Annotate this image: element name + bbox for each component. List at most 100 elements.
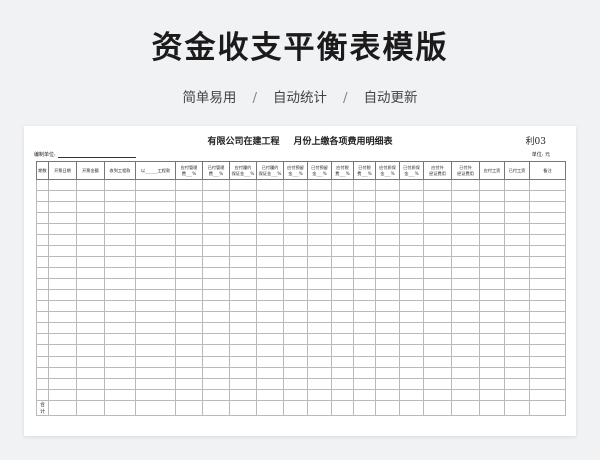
table-cell[interactable] (229, 223, 257, 236)
table-cell[interactable] (36, 212, 49, 225)
table-cell[interactable] (451, 178, 480, 192)
total-cell[interactable] (175, 399, 203, 417)
table-cell[interactable] (353, 190, 376, 203)
table-cell[interactable] (283, 311, 308, 324)
table-cell[interactable] (353, 388, 376, 401)
table-cell[interactable] (104, 344, 136, 357)
table-cell[interactable] (399, 245, 424, 258)
table-cell[interactable] (353, 377, 376, 390)
table-cell[interactable] (202, 289, 230, 302)
table-cell[interactable] (353, 311, 376, 324)
table-cell[interactable] (76, 289, 105, 302)
table-cell[interactable] (202, 388, 230, 401)
table-cell[interactable] (48, 377, 77, 390)
table-cell[interactable] (283, 300, 308, 313)
table-cell[interactable] (202, 212, 230, 225)
table-cell[interactable] (76, 311, 105, 324)
table-cell[interactable] (423, 388, 452, 401)
table-cell[interactable] (479, 212, 505, 225)
table-cell[interactable] (48, 366, 77, 379)
table-cell[interactable] (229, 212, 257, 225)
table-cell[interactable] (283, 256, 308, 269)
table-cell[interactable] (331, 300, 354, 313)
table-cell[interactable] (479, 201, 505, 214)
table-cell[interactable] (307, 344, 332, 357)
table-cell[interactable] (529, 366, 566, 379)
table-cell[interactable] (256, 234, 284, 247)
table-cell[interactable] (283, 234, 308, 247)
table-cell[interactable] (283, 278, 308, 291)
table-cell[interactable] (331, 278, 354, 291)
table-cell[interactable] (479, 322, 505, 335)
table-cell[interactable] (423, 212, 452, 225)
table-cell[interactable] (451, 366, 480, 379)
table-cell[interactable] (76, 212, 105, 225)
table-cell[interactable] (529, 311, 566, 324)
table-cell[interactable] (423, 355, 452, 368)
table-cell[interactable] (135, 311, 176, 324)
table-cell[interactable] (202, 201, 230, 214)
table-cell[interactable] (76, 178, 105, 192)
table-cell[interactable] (504, 267, 530, 280)
table-cell[interactable] (375, 388, 400, 401)
table-cell[interactable] (375, 300, 400, 313)
table-cell[interactable] (479, 388, 505, 401)
total-cell[interactable] (423, 399, 452, 417)
table-cell[interactable] (175, 388, 203, 401)
table-cell[interactable] (353, 178, 376, 192)
table-cell[interactable] (451, 322, 480, 335)
table-cell[interactable] (229, 190, 257, 203)
total-cell[interactable] (256, 399, 284, 417)
table-cell[interactable] (36, 278, 49, 291)
table-cell[interactable] (451, 333, 480, 346)
table-cell[interactable] (529, 178, 566, 192)
table-cell[interactable] (202, 333, 230, 346)
table-cell[interactable] (399, 311, 424, 324)
table-cell[interactable] (36, 333, 49, 346)
total-cell[interactable] (283, 399, 308, 417)
table-cell[interactable] (202, 234, 230, 247)
table-cell[interactable] (307, 278, 332, 291)
table-cell[interactable] (283, 333, 308, 346)
table-cell[interactable] (331, 289, 354, 302)
table-cell[interactable] (504, 344, 530, 357)
table-cell[interactable] (399, 344, 424, 357)
total-cell[interactable] (229, 399, 257, 417)
table-cell[interactable] (451, 377, 480, 390)
table-cell[interactable] (175, 333, 203, 346)
table-cell[interactable] (423, 278, 452, 291)
table-cell[interactable] (479, 311, 505, 324)
table-cell[interactable] (202, 366, 230, 379)
table-cell[interactable] (175, 300, 203, 313)
table-cell[interactable] (504, 178, 530, 192)
table-cell[interactable] (375, 355, 400, 368)
table-cell[interactable] (229, 278, 257, 291)
table-cell[interactable] (175, 355, 203, 368)
table-cell[interactable] (353, 344, 376, 357)
table-cell[interactable] (104, 278, 136, 291)
table-cell[interactable] (331, 201, 354, 214)
table-cell[interactable] (36, 322, 49, 335)
table-cell[interactable] (256, 212, 284, 225)
table-cell[interactable] (48, 223, 77, 236)
table-cell[interactable] (135, 201, 176, 214)
table-cell[interactable] (529, 289, 566, 302)
table-cell[interactable] (48, 333, 77, 346)
table-cell[interactable] (451, 289, 480, 302)
table-cell[interactable] (256, 289, 284, 302)
table-cell[interactable] (423, 267, 452, 280)
table-cell[interactable] (76, 344, 105, 357)
table-cell[interactable] (104, 289, 136, 302)
table-cell[interactable] (175, 223, 203, 236)
table-cell[interactable] (529, 322, 566, 335)
table-cell[interactable] (76, 366, 105, 379)
table-cell[interactable] (283, 355, 308, 368)
table-cell[interactable] (76, 223, 105, 236)
table-cell[interactable] (331, 178, 354, 192)
table-cell[interactable] (399, 267, 424, 280)
table-cell[interactable] (36, 267, 49, 280)
table-cell[interactable] (479, 355, 505, 368)
table-cell[interactable] (479, 344, 505, 357)
table-cell[interactable] (135, 355, 176, 368)
table-cell[interactable] (283, 388, 308, 401)
